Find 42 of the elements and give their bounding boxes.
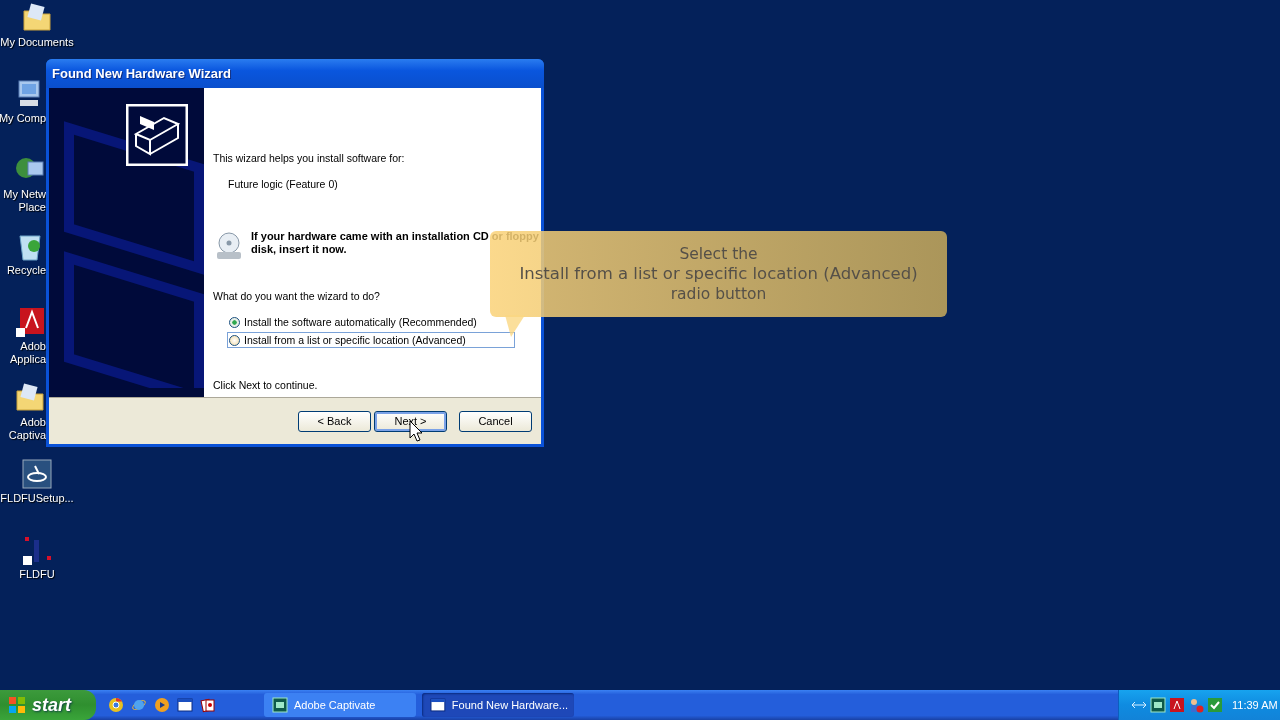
adobe-app-icon	[14, 306, 46, 338]
bars-icon	[21, 534, 53, 566]
windows-logo-icon	[8, 696, 26, 714]
start-button[interactable]: start	[0, 690, 96, 720]
taskbar-button[interactable]: Adobe Captivate	[264, 693, 416, 717]
folder-icon	[14, 382, 46, 414]
taskbar-button[interactable]: Found New Hardware...	[422, 693, 574, 717]
adobe-icon[interactable]	[1169, 697, 1185, 713]
users-icon[interactable]	[1188, 697, 1204, 713]
desktop-icon-label[interactable]: Adob Captiva	[8, 416, 46, 442]
callout-text: Select the	[679, 244, 758, 264]
callout-tail	[505, 315, 525, 337]
captivate-icon[interactable]	[272, 697, 288, 713]
window-icon[interactable]	[177, 697, 193, 713]
device-name: Future logic (Feature 0)	[228, 178, 339, 190]
media-player-icon[interactable]	[154, 697, 170, 713]
callout-text: radio button	[670, 284, 767, 304]
desktop-icon-label[interactable]: FLDFU	[19, 568, 55, 581]
question-text: What do you want the wizard to do?	[213, 290, 381, 302]
desktop-icon-label[interactable]: My Documents	[0, 36, 74, 49]
desktop-icon-label[interactable]: Recycle	[6, 264, 46, 277]
window-title: Found New Hardware Wizard	[52, 66, 232, 81]
chrome-icon[interactable]	[108, 697, 124, 713]
radio-option[interactable]: Install the software automatically (Recommended)	[227, 314, 480, 330]
callout-text: Install from a list or specific location (Advanced)	[519, 264, 918, 284]
hardware-icon	[126, 104, 188, 166]
window-icon[interactable]	[430, 697, 446, 713]
desktop-icon-label[interactable]: Adob Applica	[9, 340, 46, 366]
radio-option[interactable]: Install from a list or specific location (Advanced)	[227, 332, 515, 348]
captivate-icon[interactable]	[1150, 697, 1166, 713]
clock: 11:39 AM	[1232, 699, 1278, 711]
desktop-icon-label[interactable]: My Comp	[0, 112, 46, 125]
cards-icon[interactable]	[200, 697, 216, 713]
intro-text: This wizard helps you install software for:	[213, 152, 406, 164]
folder-icon	[21, 2, 53, 34]
setup-icon	[21, 458, 53, 490]
wizard-button[interactable]: Cancel	[459, 410, 532, 432]
continue-hint: Click Next to continue.	[213, 379, 319, 391]
wizard-button[interactable]: < Back	[298, 410, 371, 432]
check-icon[interactable]	[1207, 697, 1223, 713]
desktop-icon-label[interactable]: My Netw Place	[3, 188, 46, 214]
desktop-icon-label[interactable]: FLDFUSetup...	[0, 492, 74, 505]
